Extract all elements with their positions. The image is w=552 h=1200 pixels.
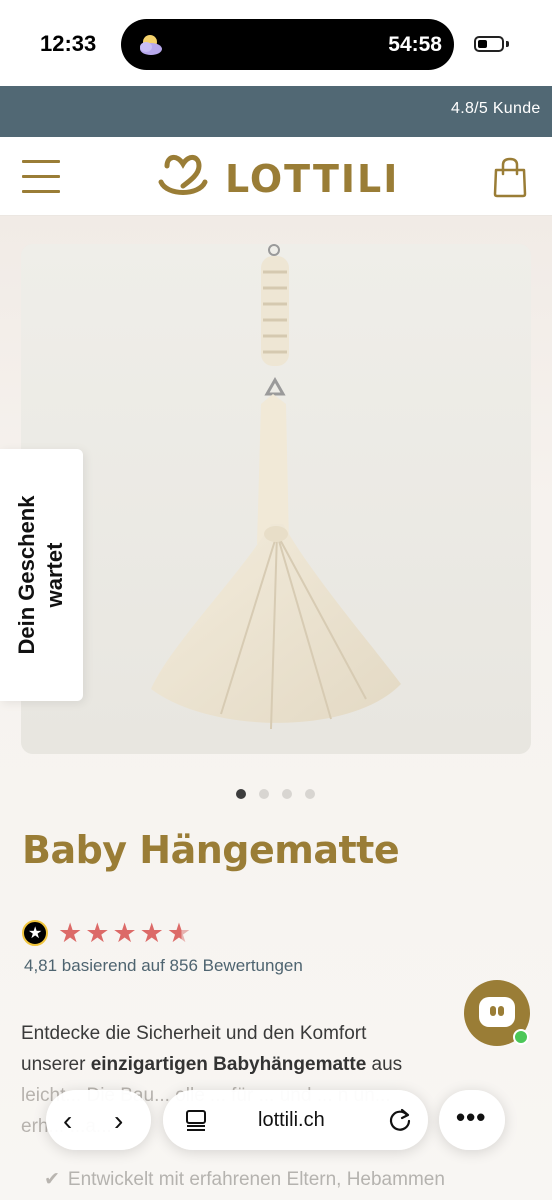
- checkmark-icon: ✔: [44, 1169, 60, 1190]
- announcement-bar: 4.8/5 Kunde: [0, 86, 552, 137]
- online-indicator: [513, 1029, 529, 1045]
- benefit-text: Entwickelt mit erfahrenen Eltern, Hebamm…: [67, 1169, 445, 1190]
- chat-bubble-icon: [479, 997, 515, 1027]
- rating-stars[interactable]: ★ ★ ★ ★ ★ ★: [22, 918, 194, 948]
- benefit-item: ✔ Entwickelt mit erfahrenen Eltern, Hebam…: [44, 1168, 445, 1191]
- weather-cloud-moon-icon: [140, 35, 162, 55]
- main-content: Baby Hängematte ★ ★ ★ ★ ★ ★ 4,81 basiere…: [0, 216, 552, 1200]
- status-time: 12:33: [40, 31, 97, 56]
- gallery-dot[interactable]: [259, 789, 269, 799]
- gallery-dots: [236, 789, 315, 799]
- shopping-bag-icon[interactable]: [492, 156, 528, 198]
- trust-badge-icon: ★: [22, 920, 48, 946]
- chevron-left-icon[interactable]: ‹: [63, 1105, 72, 1137]
- reload-icon[interactable]: [387, 1107, 413, 1133]
- desc-highlight: einzigartigen Babyhängematte: [90, 1054, 367, 1075]
- status-bar: 12:33 54:58: [0, 0, 552, 86]
- star-icon: ★: [112, 918, 137, 948]
- chevron-right-icon[interactable]: ›: [114, 1105, 123, 1137]
- star-half-icon: ★: [166, 918, 192, 948]
- dynamic-island[interactable]: 54:58: [121, 19, 454, 70]
- logo-text: LOTTILI: [225, 157, 400, 201]
- island-timer: 54:58: [388, 33, 442, 56]
- star-icon: ★: [139, 918, 164, 948]
- product-gallery[interactable]: [21, 244, 531, 754]
- heart-logo-icon: [158, 155, 208, 195]
- more-dots-icon: •••: [456, 1102, 487, 1132]
- gallery-dot[interactable]: [236, 789, 246, 799]
- browser-more-button[interactable]: •••: [439, 1090, 505, 1150]
- url-text[interactable]: lottili.ch: [258, 1109, 325, 1132]
- gift-tab-label: Dein Geschenk wartet: [13, 496, 69, 655]
- rating-summary[interactable]: 4,81 basierend auf 856 Bewertungen: [24, 956, 303, 976]
- gift-side-tab[interactable]: Dein Geschenk wartet: [0, 449, 83, 701]
- site-header: LOTTILI: [0, 137, 552, 216]
- battery-tip: [506, 41, 509, 47]
- gift-tab-line-1: Dein Geschenk: [14, 495, 39, 655]
- desc-line-1: Entdecke die Sicherheit und den Komfort: [21, 1023, 367, 1044]
- battery-low-icon: [474, 36, 504, 52]
- hamburger-menu-icon[interactable]: [22, 158, 60, 194]
- browser-nav-buttons: ‹ ›: [46, 1090, 151, 1150]
- gallery-dot[interactable]: [305, 789, 315, 799]
- browser-address-bar[interactable]: lottili.ch: [163, 1090, 428, 1150]
- star-icon: ★: [58, 918, 83, 948]
- site-logo[interactable]: LOTTILI: [157, 152, 397, 202]
- baby-hammock-product-photo: [21, 244, 531, 754]
- reader-mode-icon[interactable]: [185, 1109, 207, 1131]
- announcement-text: 4.8/5 Kunde: [451, 100, 541, 117]
- product-title: Baby Hängematte: [22, 828, 400, 872]
- gallery-dot[interactable]: [282, 789, 292, 799]
- desc-line-2a: unserer: [21, 1054, 86, 1075]
- desc-line-2b: aus: [371, 1054, 403, 1075]
- gift-tab-line-2: wartet: [42, 542, 67, 608]
- star-icon: ★: [85, 918, 110, 948]
